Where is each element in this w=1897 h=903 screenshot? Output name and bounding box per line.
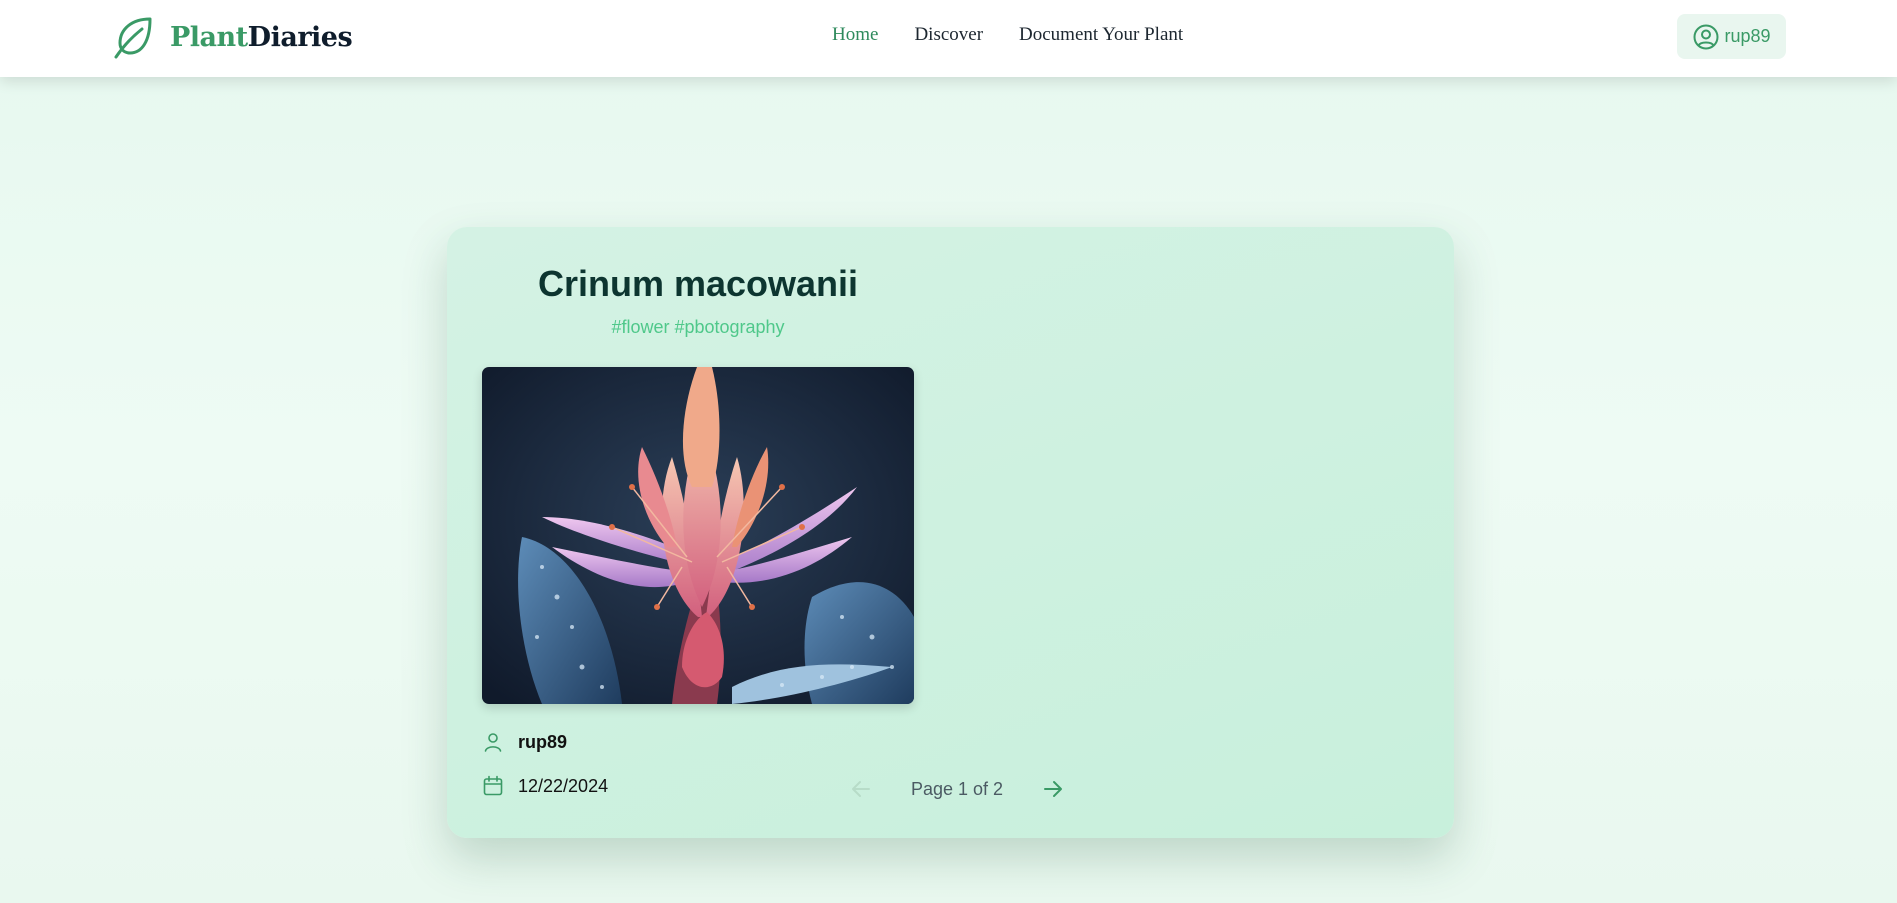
arrow-left-icon bbox=[852, 781, 870, 797]
nav-document-your-plant[interactable]: Document Your Plant bbox=[1019, 24, 1183, 46]
top-navbar: PlantDiaries Home Discover Document Your… bbox=[0, 0, 1897, 77]
user-menu-name: rup89 bbox=[1724, 26, 1771, 46]
page-indicator: Page 1 of 2 bbox=[910, 778, 1004, 799]
main-nav: Home Discover Document Your Plant bbox=[832, 24, 1183, 46]
pagination: Page 1 of 2 bbox=[847, 771, 1067, 807]
author-name: rup89 bbox=[518, 731, 568, 752]
post-title: Crinum macowanii bbox=[537, 263, 859, 304]
post-date: 12/22/2024 bbox=[482, 775, 608, 797]
user-circle-icon bbox=[1693, 24, 1719, 49]
date-value: 12/22/2024 bbox=[518, 775, 609, 796]
prev-page-button[interactable] bbox=[847, 775, 875, 803]
brand-name: PlantDiaries bbox=[170, 21, 353, 53]
nav-discover[interactable]: Discover bbox=[914, 24, 983, 46]
logo[interactable]: PlantDiaries bbox=[112, 13, 353, 61]
post-author: rup89 bbox=[482, 731, 567, 753]
plant-photo bbox=[482, 367, 914, 704]
nav-home[interactable]: Home bbox=[832, 24, 878, 46]
user-icon bbox=[484, 733, 502, 752]
user-menu-button[interactable]: rup89 bbox=[1677, 14, 1786, 59]
arrow-right-icon bbox=[1043, 781, 1062, 797]
plant-post-card: Crinum macowanii #flower #pbotography ru… bbox=[447, 227, 1454, 838]
post-tags: #flower #pbotography bbox=[611, 317, 785, 337]
leaf-icon bbox=[114, 17, 152, 59]
calendar-icon bbox=[483, 775, 503, 796]
next-page-button[interactable] bbox=[1039, 775, 1067, 803]
